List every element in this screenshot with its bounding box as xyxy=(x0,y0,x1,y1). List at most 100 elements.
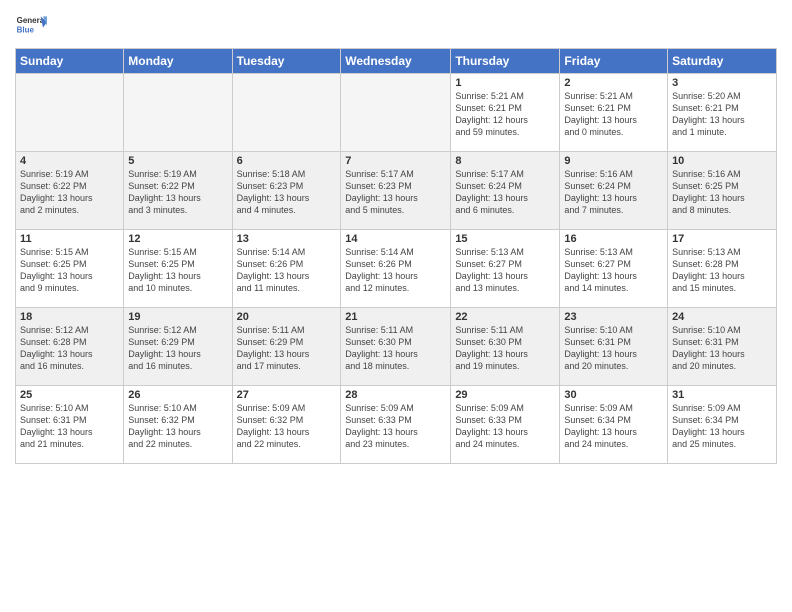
calendar-cell: 17Sunrise: 5:13 AM Sunset: 6:28 PM Dayli… xyxy=(668,230,777,308)
cell-info: Sunrise: 5:18 AM Sunset: 6:23 PM Dayligh… xyxy=(237,168,337,217)
cell-info: Sunrise: 5:13 AM Sunset: 6:27 PM Dayligh… xyxy=(455,246,555,295)
calendar-container: General Blue SundayMondayTuesdayWednesda… xyxy=(0,0,792,474)
day-number: 8 xyxy=(455,155,555,167)
cell-info: Sunrise: 5:21 AM Sunset: 6:21 PM Dayligh… xyxy=(564,90,663,139)
cell-info: Sunrise: 5:14 AM Sunset: 6:26 PM Dayligh… xyxy=(237,246,337,295)
weekday-friday: Friday xyxy=(560,49,668,74)
day-number: 15 xyxy=(455,233,555,245)
svg-text:Blue: Blue xyxy=(17,25,35,34)
logo: General Blue xyxy=(15,10,51,42)
calendar-cell: 21Sunrise: 5:11 AM Sunset: 6:30 PM Dayli… xyxy=(341,308,451,386)
day-number: 14 xyxy=(345,233,446,245)
cell-info: Sunrise: 5:10 AM Sunset: 6:32 PM Dayligh… xyxy=(128,402,227,451)
day-number: 20 xyxy=(237,311,337,323)
day-number: 19 xyxy=(128,311,227,323)
cell-info: Sunrise: 5:09 AM Sunset: 6:34 PM Dayligh… xyxy=(672,402,772,451)
calendar-cell: 10Sunrise: 5:16 AM Sunset: 6:25 PM Dayli… xyxy=(668,152,777,230)
calendar-week-row: 11Sunrise: 5:15 AM Sunset: 6:25 PM Dayli… xyxy=(16,230,777,308)
day-number: 7 xyxy=(345,155,446,167)
calendar-cell: 14Sunrise: 5:14 AM Sunset: 6:26 PM Dayli… xyxy=(341,230,451,308)
calendar-cell xyxy=(124,74,232,152)
cell-info: Sunrise: 5:16 AM Sunset: 6:25 PM Dayligh… xyxy=(672,168,772,217)
cell-info: Sunrise: 5:11 AM Sunset: 6:30 PM Dayligh… xyxy=(345,324,446,373)
calendar-cell: 27Sunrise: 5:09 AM Sunset: 6:32 PM Dayli… xyxy=(232,386,341,464)
calendar-cell: 16Sunrise: 5:13 AM Sunset: 6:27 PM Dayli… xyxy=(560,230,668,308)
cell-info: Sunrise: 5:19 AM Sunset: 6:22 PM Dayligh… xyxy=(20,168,119,217)
calendar-cell: 1Sunrise: 5:21 AM Sunset: 6:21 PM Daylig… xyxy=(451,74,560,152)
cell-info: Sunrise: 5:19 AM Sunset: 6:22 PM Dayligh… xyxy=(128,168,227,217)
calendar-body: 1Sunrise: 5:21 AM Sunset: 6:21 PM Daylig… xyxy=(16,74,777,464)
cell-info: Sunrise: 5:15 AM Sunset: 6:25 PM Dayligh… xyxy=(20,246,119,295)
cell-info: Sunrise: 5:17 AM Sunset: 6:23 PM Dayligh… xyxy=(345,168,446,217)
cell-info: Sunrise: 5:14 AM Sunset: 6:26 PM Dayligh… xyxy=(345,246,446,295)
cell-info: Sunrise: 5:10 AM Sunset: 6:31 PM Dayligh… xyxy=(564,324,663,373)
calendar-cell: 8Sunrise: 5:17 AM Sunset: 6:24 PM Daylig… xyxy=(451,152,560,230)
calendar-week-row: 1Sunrise: 5:21 AM Sunset: 6:21 PM Daylig… xyxy=(16,74,777,152)
cell-info: Sunrise: 5:11 AM Sunset: 6:29 PM Dayligh… xyxy=(237,324,337,373)
cell-info: Sunrise: 5:09 AM Sunset: 6:32 PM Dayligh… xyxy=(237,402,337,451)
weekday-monday: Monday xyxy=(124,49,232,74)
weekday-tuesday: Tuesday xyxy=(232,49,341,74)
calendar-cell: 5Sunrise: 5:19 AM Sunset: 6:22 PM Daylig… xyxy=(124,152,232,230)
day-number: 24 xyxy=(672,311,772,323)
calendar-cell: 7Sunrise: 5:17 AM Sunset: 6:23 PM Daylig… xyxy=(341,152,451,230)
calendar-cell: 4Sunrise: 5:19 AM Sunset: 6:22 PM Daylig… xyxy=(16,152,124,230)
cell-info: Sunrise: 5:12 AM Sunset: 6:28 PM Dayligh… xyxy=(20,324,119,373)
cell-info: Sunrise: 5:13 AM Sunset: 6:27 PM Dayligh… xyxy=(564,246,663,295)
calendar-cell: 3Sunrise: 5:20 AM Sunset: 6:21 PM Daylig… xyxy=(668,74,777,152)
day-number: 28 xyxy=(345,389,446,401)
day-number: 25 xyxy=(20,389,119,401)
calendar-cell: 30Sunrise: 5:09 AM Sunset: 6:34 PM Dayli… xyxy=(560,386,668,464)
calendar-cell: 2Sunrise: 5:21 AM Sunset: 6:21 PM Daylig… xyxy=(560,74,668,152)
cell-info: Sunrise: 5:20 AM Sunset: 6:21 PM Dayligh… xyxy=(672,90,772,139)
weekday-thursday: Thursday xyxy=(451,49,560,74)
day-number: 22 xyxy=(455,311,555,323)
cell-info: Sunrise: 5:09 AM Sunset: 6:33 PM Dayligh… xyxy=(455,402,555,451)
day-number: 30 xyxy=(564,389,663,401)
calendar-cell: 13Sunrise: 5:14 AM Sunset: 6:26 PM Dayli… xyxy=(232,230,341,308)
day-number: 6 xyxy=(237,155,337,167)
day-number: 5 xyxy=(128,155,227,167)
cell-info: Sunrise: 5:09 AM Sunset: 6:34 PM Dayligh… xyxy=(564,402,663,451)
calendar-cell: 28Sunrise: 5:09 AM Sunset: 6:33 PM Dayli… xyxy=(341,386,451,464)
cell-info: Sunrise: 5:17 AM Sunset: 6:24 PM Dayligh… xyxy=(455,168,555,217)
day-number: 27 xyxy=(237,389,337,401)
cell-info: Sunrise: 5:11 AM Sunset: 6:30 PM Dayligh… xyxy=(455,324,555,373)
calendar-header: SundayMondayTuesdayWednesdayThursdayFrid… xyxy=(16,49,777,74)
day-number: 31 xyxy=(672,389,772,401)
weekday-sunday: Sunday xyxy=(16,49,124,74)
day-number: 3 xyxy=(672,77,772,89)
calendar-cell xyxy=(16,74,124,152)
calendar-cell: 26Sunrise: 5:10 AM Sunset: 6:32 PM Dayli… xyxy=(124,386,232,464)
day-number: 23 xyxy=(564,311,663,323)
cell-info: Sunrise: 5:21 AM Sunset: 6:21 PM Dayligh… xyxy=(455,90,555,139)
day-number: 16 xyxy=(564,233,663,245)
calendar-cell: 12Sunrise: 5:15 AM Sunset: 6:25 PM Dayli… xyxy=(124,230,232,308)
calendar-cell: 18Sunrise: 5:12 AM Sunset: 6:28 PM Dayli… xyxy=(16,308,124,386)
day-number: 18 xyxy=(20,311,119,323)
cell-info: Sunrise: 5:16 AM Sunset: 6:24 PM Dayligh… xyxy=(564,168,663,217)
calendar-week-row: 25Sunrise: 5:10 AM Sunset: 6:31 PM Dayli… xyxy=(16,386,777,464)
day-number: 11 xyxy=(20,233,119,245)
weekday-saturday: Saturday xyxy=(668,49,777,74)
calendar-week-row: 4Sunrise: 5:19 AM Sunset: 6:22 PM Daylig… xyxy=(16,152,777,230)
weekday-wednesday: Wednesday xyxy=(341,49,451,74)
day-number: 1 xyxy=(455,77,555,89)
cell-info: Sunrise: 5:13 AM Sunset: 6:28 PM Dayligh… xyxy=(672,246,772,295)
calendar-cell: 15Sunrise: 5:13 AM Sunset: 6:27 PM Dayli… xyxy=(451,230,560,308)
cell-info: Sunrise: 5:10 AM Sunset: 6:31 PM Dayligh… xyxy=(20,402,119,451)
calendar-cell: 31Sunrise: 5:09 AM Sunset: 6:34 PM Dayli… xyxy=(668,386,777,464)
calendar-cell: 25Sunrise: 5:10 AM Sunset: 6:31 PM Dayli… xyxy=(16,386,124,464)
weekday-header-row: SundayMondayTuesdayWednesdayThursdayFrid… xyxy=(16,49,777,74)
day-number: 17 xyxy=(672,233,772,245)
calendar-cell: 22Sunrise: 5:11 AM Sunset: 6:30 PM Dayli… xyxy=(451,308,560,386)
day-number: 26 xyxy=(128,389,227,401)
day-number: 4 xyxy=(20,155,119,167)
calendar-cell: 19Sunrise: 5:12 AM Sunset: 6:29 PM Dayli… xyxy=(124,308,232,386)
calendar-cell: 20Sunrise: 5:11 AM Sunset: 6:29 PM Dayli… xyxy=(232,308,341,386)
cell-info: Sunrise: 5:09 AM Sunset: 6:33 PM Dayligh… xyxy=(345,402,446,451)
day-number: 21 xyxy=(345,311,446,323)
calendar-cell: 29Sunrise: 5:09 AM Sunset: 6:33 PM Dayli… xyxy=(451,386,560,464)
calendar-table: SundayMondayTuesdayWednesdayThursdayFrid… xyxy=(15,48,777,464)
calendar-cell: 11Sunrise: 5:15 AM Sunset: 6:25 PM Dayli… xyxy=(16,230,124,308)
